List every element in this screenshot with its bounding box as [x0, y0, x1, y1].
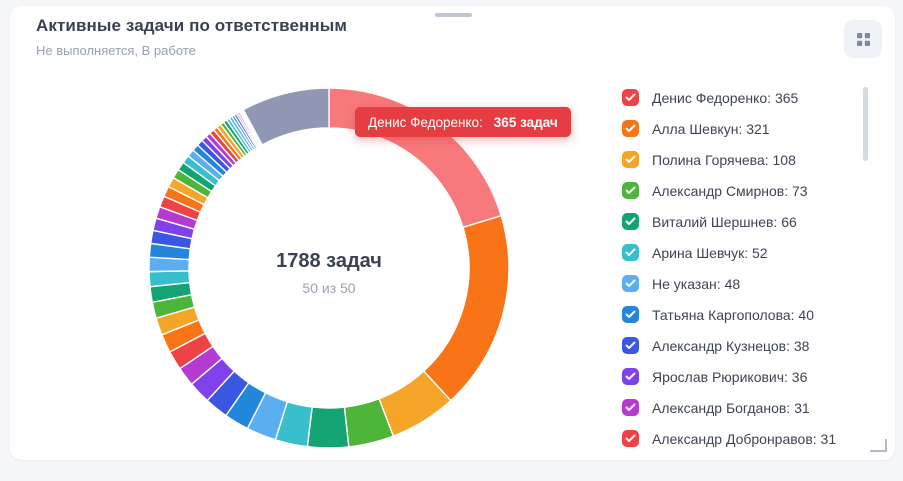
legend-label: Александр Добронравов: 31 — [652, 431, 836, 447]
legend-checkbox[interactable] — [622, 244, 639, 261]
check-icon — [625, 310, 636, 319]
legend-item[interactable]: Александр Богданов: 31 — [622, 392, 860, 423]
legend-checkbox[interactable] — [622, 368, 639, 385]
legend-label: Алла Шевкун: 321 — [652, 121, 770, 137]
legend-checkbox[interactable] — [622, 89, 639, 106]
chart-tooltip: Денис Федоренко: 365 задач — [355, 107, 571, 137]
legend-checkbox[interactable] — [622, 213, 639, 230]
legend-checkbox[interactable] — [622, 306, 639, 323]
legend-checkbox[interactable] — [622, 337, 639, 354]
chart-slice[interactable] — [307, 407, 348, 448]
legend-item[interactable]: Виталий Шершнев: 66 — [622, 206, 860, 237]
check-icon — [625, 341, 636, 350]
legend-label: Татьяна Каргополова: 40 — [652, 307, 814, 323]
widget-card: Активные задачи по ответственным Не выпо… — [10, 6, 895, 460]
legend-item[interactable]: Арина Шевчук: 52 — [622, 237, 860, 268]
widget-title: Активные задачи по ответственным — [36, 16, 347, 36]
grid-icon — [856, 32, 871, 47]
legend-item[interactable]: Александр Смирнов: 73 — [622, 175, 860, 206]
check-icon — [625, 434, 636, 443]
resize-corner-handle[interactable] — [870, 439, 887, 452]
legend-item[interactable]: Александр Кузнецов: 38 — [622, 330, 860, 361]
widget-menu-button[interactable] — [844, 20, 882, 58]
legend-checkbox[interactable] — [622, 399, 639, 416]
widget-subtitle: Не выполняется, В работе — [36, 43, 196, 58]
legend-item[interactable]: Татьяна Каргополова: 40 — [622, 299, 860, 330]
check-icon — [625, 279, 636, 288]
tooltip-name: Денис Федоренко: — [368, 115, 483, 130]
legend-item[interactable]: Денис Федоренко: 365 — [622, 82, 860, 113]
legend-checkbox[interactable] — [622, 151, 639, 168]
check-icon — [625, 248, 636, 257]
legend-item[interactable]: Александр Добронравов: 31 — [622, 423, 860, 454]
drag-handle[interactable] — [435, 13, 472, 17]
legend-label: Виталий Шершнев: 66 — [652, 214, 797, 230]
check-icon — [625, 217, 636, 226]
legend-checkbox[interactable] — [622, 430, 639, 447]
tooltip-value: 365 задач — [494, 115, 558, 130]
check-icon — [625, 372, 636, 381]
check-icon — [625, 124, 636, 133]
check-icon — [625, 93, 636, 102]
chart-slice[interactable] — [424, 216, 509, 401]
legend-checkbox[interactable] — [622, 120, 639, 137]
legend-item[interactable]: Ярослав Рюрикович: 36 — [622, 361, 860, 392]
legend-label: Не указан: 48 — [652, 276, 740, 292]
legend-label: Александр Кузнецов: 38 — [652, 338, 809, 354]
legend-checkbox[interactable] — [622, 275, 639, 292]
check-icon — [625, 155, 636, 164]
legend-label: Ярослав Рюрикович: 36 — [652, 369, 807, 385]
legend-label: Денис Федоренко: 365 — [652, 90, 798, 106]
legend-label: Александр Богданов: 31 — [652, 400, 810, 416]
legend-checkbox[interactable] — [622, 182, 639, 199]
legend-label: Александр Смирнов: 73 — [652, 183, 808, 199]
legend-label: Арина Шевчук: 52 — [652, 245, 768, 261]
legend-scrollbar-thumb[interactable] — [863, 87, 868, 161]
legend-item[interactable]: Не указан: 48 — [622, 268, 860, 299]
check-icon — [625, 186, 636, 195]
legend-item[interactable]: Полина Горячева: 108 — [622, 144, 860, 175]
legend-item[interactable]: Алла Шевкун: 321 — [622, 113, 860, 144]
legend: Денис Федоренко: 365 Алла Шевкун: 321 Поли… — [622, 82, 860, 454]
legend-label: Полина Горячева: 108 — [652, 152, 796, 168]
check-icon — [625, 403, 636, 412]
